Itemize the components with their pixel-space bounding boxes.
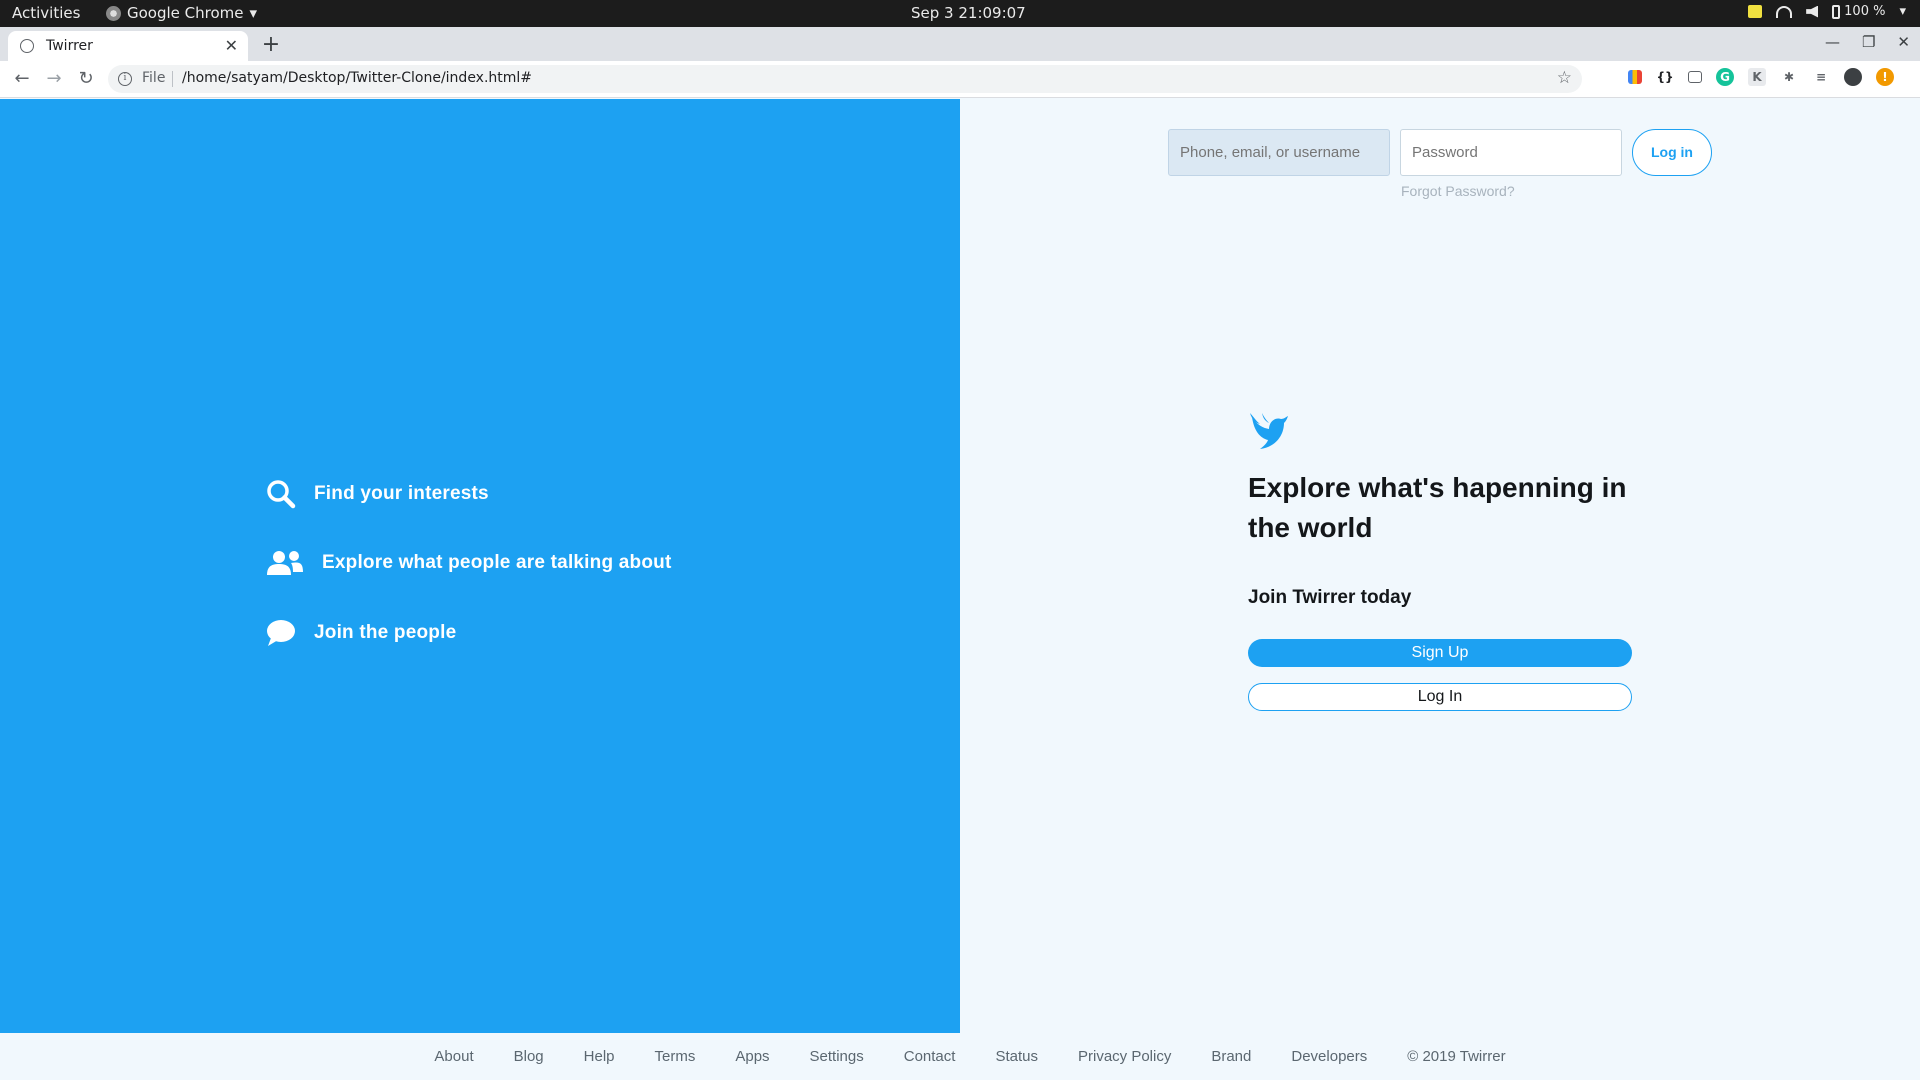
system-clock[interactable]: Sep 3 21:09:07 bbox=[911, 4, 1026, 22]
url-scheme-label: File bbox=[142, 70, 166, 86]
footer-link-blog[interactable]: Blog bbox=[514, 1048, 544, 1065]
browser-toolbar: ← → ↻ i File /home/satyam/Desktop/Twitte… bbox=[0, 61, 1920, 98]
forgot-password-link[interactable]: Forgot Password? bbox=[1401, 183, 1515, 199]
twirrer-logo-icon bbox=[1250, 413, 1288, 449]
feature-find-interests: Find your interests bbox=[266, 479, 489, 509]
grammarly-icon[interactable]: G bbox=[1716, 68, 1734, 86]
footer-link-apps[interactable]: Apps bbox=[735, 1048, 769, 1065]
username-input[interactable] bbox=[1168, 129, 1390, 176]
browser-tab-strip: Twirrer ✕ + — ❐ ✕ bbox=[0, 27, 1920, 61]
footer-link-privacy[interactable]: Privacy Policy bbox=[1078, 1048, 1171, 1065]
footer-link-about[interactable]: About bbox=[434, 1048, 473, 1065]
search-icon bbox=[267, 480, 296, 509]
signup-button[interactable]: Sign Up bbox=[1248, 639, 1632, 667]
chart-extension-icon[interactable] bbox=[1628, 70, 1642, 84]
extensions-area: {} G K ✱ ≡ ! bbox=[1628, 68, 1894, 86]
battery-indicator: 100 % bbox=[1832, 4, 1885, 19]
browser-tab[interactable]: Twirrer ✕ bbox=[8, 31, 248, 61]
battery-icon bbox=[1832, 4, 1841, 19]
hero-headline: Explore what's hapenning in the world bbox=[1248, 472, 1627, 543]
page-body: Find your interests Explore what people … bbox=[0, 99, 1920, 1080]
url-text[interactable]: /home/satyam/Desktop/Twitter-Clone/index… bbox=[182, 70, 532, 86]
chat-bubble-icon bbox=[267, 620, 295, 646]
back-arrow-icon[interactable]: ← bbox=[10, 67, 34, 91]
footer-link-developers[interactable]: Developers bbox=[1291, 1048, 1367, 1065]
system-tray[interactable]: 100 % ▾ bbox=[1748, 4, 1906, 19]
activities-button[interactable]: Activities bbox=[12, 4, 80, 22]
info-icon[interactable]: i bbox=[118, 72, 132, 86]
footer-link-help[interactable]: Help bbox=[584, 1048, 615, 1065]
chevron-down-icon: ▾ bbox=[249, 4, 258, 22]
feature-label: Explore what people are talking about bbox=[322, 552, 672, 573]
reload-icon[interactable]: ↻ bbox=[74, 67, 98, 91]
app-name: Google Chrome bbox=[127, 4, 244, 22]
feature-label: Join the people bbox=[314, 622, 457, 643]
address-bar[interactable]: i File /home/satyam/Desktop/Twitter-Clon… bbox=[108, 65, 1582, 93]
tab-title: Twirrer bbox=[46, 38, 93, 54]
wifi-icon bbox=[1776, 5, 1793, 18]
puzzle-extensions-icon[interactable]: ✱ bbox=[1780, 68, 1798, 86]
chrome-icon bbox=[106, 5, 121, 21]
feature-label: Find your interests bbox=[314, 483, 489, 504]
json-extension-icon[interactable]: {} bbox=[1656, 68, 1674, 86]
notes-icon[interactable] bbox=[1748, 5, 1763, 18]
feature-join: Join the people bbox=[266, 619, 456, 647]
footer-nav: About Blog Help Terms Apps Settings Cont… bbox=[0, 1033, 1920, 1080]
battery-level: 100 % bbox=[1844, 4, 1886, 19]
profile-avatar[interactable] bbox=[1844, 68, 1862, 86]
bookmark-star-icon[interactable]: ☆ bbox=[1557, 68, 1572, 88]
close-window-icon[interactable]: ✕ bbox=[1897, 33, 1910, 51]
reader-extension-icon[interactable]: K bbox=[1748, 68, 1766, 86]
footer-link-contact[interactable]: Contact bbox=[904, 1048, 956, 1065]
update-alert-icon[interactable]: ! bbox=[1876, 68, 1894, 86]
new-tab-button[interactable]: + bbox=[258, 33, 284, 59]
window-controls: — ❐ ✕ bbox=[1825, 33, 1910, 51]
footer-copyright: © 2019 Twirrer bbox=[1407, 1048, 1506, 1065]
header-login-button[interactable]: Log in bbox=[1632, 129, 1712, 176]
close-icon[interactable]: ✕ bbox=[225, 36, 238, 55]
chevron-down-icon: ▾ bbox=[1899, 4, 1906, 19]
login-button[interactable]: Log In bbox=[1248, 683, 1632, 711]
footer-link-settings[interactable]: Settings bbox=[810, 1048, 864, 1065]
forward-arrow-icon[interactable]: → bbox=[42, 67, 66, 91]
footer-link-status[interactable]: Status bbox=[995, 1048, 1038, 1065]
minimize-icon[interactable]: — bbox=[1825, 33, 1840, 51]
reading-list-icon[interactable]: ≡ bbox=[1812, 68, 1830, 86]
features-panel: Find your interests Explore what people … bbox=[0, 99, 960, 1033]
system-top-bar: Activities Google Chrome ▾ Sep 3 21:09:0… bbox=[0, 0, 1920, 27]
divider bbox=[172, 71, 173, 87]
feature-explore: Explore what people are talking about bbox=[266, 549, 671, 577]
hero-subhead: Join Twirrer today bbox=[1248, 587, 1412, 608]
app-menu[interactable]: Google Chrome ▾ bbox=[106, 4, 257, 22]
volume-icon bbox=[1806, 5, 1819, 18]
password-input[interactable] bbox=[1400, 129, 1622, 176]
globe-icon bbox=[20, 39, 34, 53]
restore-icon[interactable]: ❐ bbox=[1862, 33, 1875, 51]
users-icon bbox=[267, 551, 303, 575]
window-extension-icon[interactable] bbox=[1688, 71, 1702, 83]
footer-link-brand[interactable]: Brand bbox=[1211, 1048, 1251, 1065]
footer-link-terms[interactable]: Terms bbox=[655, 1048, 696, 1065]
